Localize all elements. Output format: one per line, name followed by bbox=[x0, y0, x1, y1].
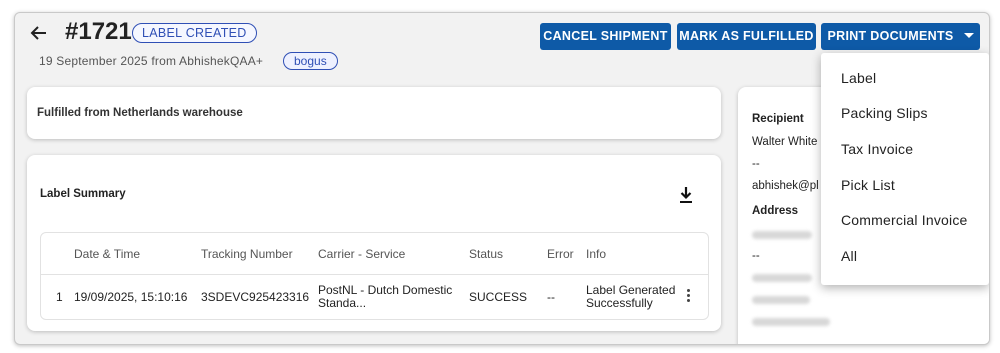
caret-down-icon bbox=[963, 33, 974, 39]
status-badge: LABEL CREATED bbox=[132, 23, 257, 43]
recipient-label: Recipient bbox=[752, 113, 804, 125]
row-carrier-line2: Standa... bbox=[318, 296, 367, 310]
label-summary-table: Date & Time Tracking Number Carrier - Se… bbox=[40, 232, 709, 320]
order-tag[interactable]: bogus bbox=[283, 52, 338, 70]
print-documents-button[interactable]: PRINT DOCUMENTS bbox=[821, 23, 980, 50]
menu-item-packing-slips[interactable]: Packing Slips bbox=[841, 105, 928, 121]
print-documents-menu: Label Packing Slips Tax Invoice Pick Lis… bbox=[821, 53, 989, 285]
row-info-line2: Successfully bbox=[586, 296, 653, 310]
fulfilled-card: Fulfilled from Netherlands warehouse bbox=[27, 87, 721, 139]
menu-item-pick-list[interactable]: Pick List bbox=[841, 177, 895, 193]
recipient-name: Walter White bbox=[752, 136, 818, 148]
column-header: Status bbox=[469, 247, 504, 261]
row-index: 1 bbox=[56, 290, 63, 304]
redacted-address-line bbox=[752, 231, 812, 239]
redacted-address-line bbox=[752, 274, 812, 282]
menu-item-label[interactable]: Label bbox=[841, 70, 876, 86]
row-more-options-icon[interactable] bbox=[681, 287, 695, 307]
menu-item-tax-invoice[interactable]: Tax Invoice bbox=[841, 141, 913, 157]
row-error: -- bbox=[547, 290, 555, 304]
mark-as-fulfilled-button[interactable]: MARK AS FULFILLED bbox=[677, 23, 816, 50]
column-header: Error bbox=[547, 247, 574, 261]
download-icon[interactable] bbox=[678, 186, 694, 204]
redacted-address-line bbox=[752, 296, 810, 304]
column-header: Carrier - Service bbox=[318, 247, 406, 261]
recipient-email: abhishek@pl bbox=[752, 180, 819, 192]
row-tracking-number: 3SDEVC925423316 bbox=[201, 290, 310, 304]
order-page: #1721 LABEL CREATED 19 September 2025 fr… bbox=[14, 12, 990, 345]
print-documents-label: PRINT DOCUMENTS bbox=[827, 29, 954, 43]
label-summary-card: Label Summary Date & Time Tracking Numbe… bbox=[27, 155, 721, 331]
column-header: Date & Time bbox=[74, 247, 141, 261]
cancel-shipment-button[interactable]: CANCEL SHIPMENT bbox=[540, 23, 671, 50]
menu-item-all[interactable]: All bbox=[841, 248, 857, 264]
label-summary-title: Label Summary bbox=[40, 188, 126, 200]
redacted-address-line bbox=[752, 318, 830, 326]
table-divider bbox=[41, 274, 708, 275]
fulfilled-text: Fulfilled from Netherlands warehouse bbox=[37, 107, 243, 119]
row-datetime: 19/09/2025, 15:10:16 bbox=[74, 290, 188, 304]
menu-item-commercial-invoice[interactable]: Commercial Invoice bbox=[841, 212, 968, 228]
address-line-2: -- bbox=[752, 250, 760, 262]
column-header: Tracking Number bbox=[201, 247, 293, 261]
row-status: SUCCESS bbox=[469, 290, 528, 304]
recipient-phone: -- bbox=[752, 158, 760, 170]
order-date-source: 19 September 2025 from AbhishekQAA+ bbox=[39, 54, 264, 68]
address-label: Address bbox=[752, 205, 799, 217]
order-id: #1721 bbox=[65, 18, 132, 45]
column-header: Info bbox=[586, 247, 607, 261]
back-arrow-icon[interactable] bbox=[29, 23, 49, 43]
